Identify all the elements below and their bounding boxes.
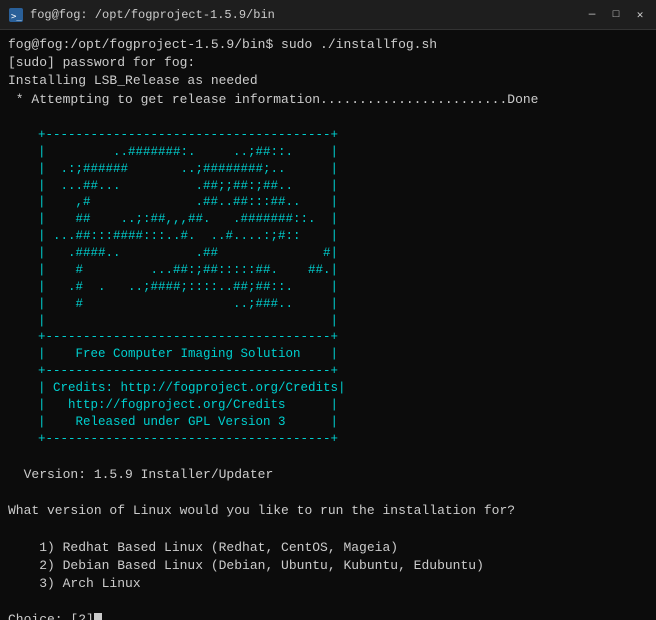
option-2: 2) Debian Based Linux (Debian, Ubuntu, K… — [8, 557, 648, 575]
option-3: 3) Arch Linux — [8, 575, 648, 593]
blank-4 — [8, 520, 648, 538]
attempting-line: * Attempting to get release information.… — [8, 91, 648, 109]
blank-1 — [8, 109, 648, 127]
option-1: 1) Redhat Based Linux (Redhat, CentOS, M… — [8, 539, 648, 557]
choice-label: Choice: [2] — [8, 611, 94, 620]
maximize-button[interactable]: □ — [608, 7, 624, 23]
command-line: fog@fog:/opt/fogproject-1.5.9/bin$ sudo … — [8, 36, 648, 54]
choice-prompt: Choice: [2] — [8, 611, 648, 620]
terminal-window: >_ fog@fog: /opt/fogproject-1.5.9/bin — … — [0, 0, 656, 620]
version-line: Version: 1.5.9 Installer/Updater — [8, 466, 648, 484]
lsb-line: Installing LSB_Release as needed — [8, 72, 648, 90]
minimize-button[interactable]: — — [584, 7, 600, 23]
blank-5 — [8, 593, 648, 611]
ascii-art: +--------------------------------------+… — [8, 127, 648, 448]
window-controls: — □ ✕ — [584, 7, 648, 23]
app-icon: >_ — [8, 7, 24, 23]
svg-text:>_: >_ — [11, 12, 22, 22]
blank-3 — [8, 484, 648, 502]
sudo-prompt: [sudo] password for fog: — [8, 54, 648, 72]
blank-2 — [8, 448, 648, 466]
window-title: fog@fog: /opt/fogproject-1.5.9/bin — [30, 8, 584, 22]
titlebar: >_ fog@fog: /opt/fogproject-1.5.9/bin — … — [0, 0, 656, 30]
cursor — [94, 613, 102, 620]
question-line: What version of Linux would you like to … — [8, 502, 648, 520]
terminal-body[interactable]: fog@fog:/opt/fogproject-1.5.9/bin$ sudo … — [0, 30, 656, 620]
close-button[interactable]: ✕ — [632, 7, 648, 23]
